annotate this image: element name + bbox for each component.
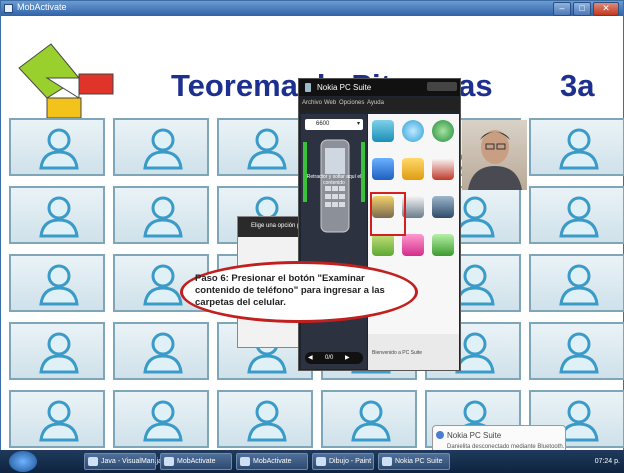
avatar-tile[interactable] — [9, 118, 105, 176]
phone-icon — [320, 139, 350, 233]
title-bar[interactable]: MobActivate – □ ✕ — [1, 1, 623, 16]
avatar-tile[interactable] — [113, 322, 209, 380]
video-icon[interactable] — [432, 196, 454, 218]
user-icon — [39, 332, 79, 374]
window-title: MobActivate — [17, 2, 67, 12]
device-panel: 6600 ▾ Retractor y soltar aquí el conten… — [301, 114, 367, 369]
user-icon — [143, 400, 183, 442]
nokia-title: Nokia PC Suite — [317, 83, 372, 92]
prev-icon[interactable]: ◀ — [308, 354, 313, 361]
menu-web[interactable]: Web — [324, 100, 336, 106]
avatar-tile[interactable] — [321, 390, 417, 448]
avatar-tile[interactable] — [9, 254, 105, 312]
welcome-panel: Bienvenido a PC Suite — [368, 334, 459, 370]
user-icon — [143, 128, 183, 170]
nokia-title-bar[interactable]: Nokia PC Suite — [299, 79, 460, 96]
callout-text: Paso 6: Presionar el botón "Examinar con… — [195, 273, 385, 308]
user-icon — [559, 128, 599, 170]
avatar-tile[interactable] — [9, 186, 105, 244]
nokia-logo-icon — [305, 83, 311, 92]
user-icon — [247, 128, 287, 170]
avatar-tile[interactable] — [529, 254, 624, 312]
chevron-down-icon: ▾ — [356, 121, 360, 127]
next-icon[interactable]: ▶ — [345, 354, 350, 361]
clock: 07:24 p. — [594, 458, 620, 465]
taskbar-item-mobactivate-2[interactable]: MobActivate — [236, 453, 308, 470]
pager: ◀ 0/0 ▶ — [305, 352, 363, 364]
contacts-icon[interactable] — [372, 158, 394, 180]
user-icon — [351, 400, 391, 442]
user-icon — [247, 400, 287, 442]
instruction-callout: Paso 6: Presionar el botón "Examinar con… — [180, 261, 418, 323]
level-label: 3a — [560, 68, 595, 103]
nokia-menubar: Archivo Web Opciones Ayuda — [299, 97, 460, 111]
avatar-tile[interactable] — [529, 118, 624, 176]
battery-bar — [361, 142, 365, 202]
menu-opciones[interactable]: Opciones — [339, 100, 364, 106]
user-icon — [559, 332, 599, 374]
user-icon — [39, 400, 79, 442]
window-icon — [164, 457, 174, 466]
menu-ayuda[interactable]: Ayuda — [367, 100, 384, 106]
paint-icon — [316, 457, 326, 466]
images-icon[interactable] — [372, 234, 394, 256]
avatar-tile[interactable] — [113, 390, 209, 448]
window-icon — [240, 457, 250, 466]
user-icon — [143, 196, 183, 238]
music-icon[interactable] — [402, 234, 424, 256]
user-icon — [39, 264, 79, 306]
taskbar-item-mobactivate-1[interactable]: MobActivate — [160, 453, 232, 470]
nokia-window-controls[interactable] — [427, 82, 457, 91]
user-icon — [39, 196, 79, 238]
taskbar: Java - VisualMan.ja... MobActivate MobAc… — [0, 450, 624, 473]
welcome-text: Bienvenido a PC Suite — [372, 350, 423, 356]
app-icon — [4, 4, 13, 13]
device-select[interactable]: 6600 ▾ — [305, 119, 363, 130]
close-button[interactable]: ✕ — [593, 2, 619, 16]
install-icon[interactable] — [432, 234, 454, 256]
sync-icon[interactable] — [372, 120, 394, 142]
avatar-tile[interactable] — [529, 322, 624, 380]
avatar-tile[interactable] — [9, 322, 105, 380]
system-tray: 07:24 p. — [534, 450, 624, 473]
messages-icon[interactable] — [402, 158, 424, 180]
connect-icon[interactable] — [402, 120, 424, 142]
toast-title: Nokia PC Suite — [447, 431, 502, 440]
connect-hint: Retractor y soltar aquí el contenido — [306, 174, 362, 186]
avatar-tile[interactable] — [113, 186, 209, 244]
signal-bar — [303, 142, 307, 202]
taskbar-item-paint[interactable]: Dibujo - Paint — [312, 453, 374, 470]
calendar-icon[interactable] — [432, 158, 454, 180]
user-icon — [559, 264, 599, 306]
browse-phone-highlight — [370, 192, 406, 236]
avatar-tile[interactable] — [9, 390, 105, 448]
taskbar-item-nokia[interactable]: Nokia PC Suite — [378, 453, 450, 470]
pythagoras-figure-icon — [18, 43, 114, 118]
avatar-tile[interactable] — [529, 186, 624, 244]
webcam-feed — [462, 120, 527, 190]
nokia-icon — [382, 457, 392, 466]
window-controls: – □ ✕ — [553, 2, 619, 16]
taskbar-item-java[interactable]: Java - VisualMan.ja... — [84, 453, 168, 470]
user-icon — [559, 196, 599, 238]
start-button[interactable] — [9, 451, 37, 472]
maximize-button[interactable]: □ — [573, 2, 591, 16]
avatar-tile[interactable] — [113, 118, 209, 176]
user-icon — [39, 128, 79, 170]
menu-archivo[interactable]: Archivo — [302, 100, 322, 106]
internet-icon[interactable] — [432, 120, 454, 142]
person-icon — [468, 130, 522, 190]
page-indicator: 0/0 — [325, 355, 334, 361]
user-icon — [143, 264, 183, 306]
user-icon — [143, 332, 183, 374]
avatar-tile[interactable] — [217, 390, 313, 448]
java-icon — [88, 457, 98, 466]
info-icon — [436, 431, 444, 439]
minimize-button[interactable]: – — [553, 2, 571, 16]
